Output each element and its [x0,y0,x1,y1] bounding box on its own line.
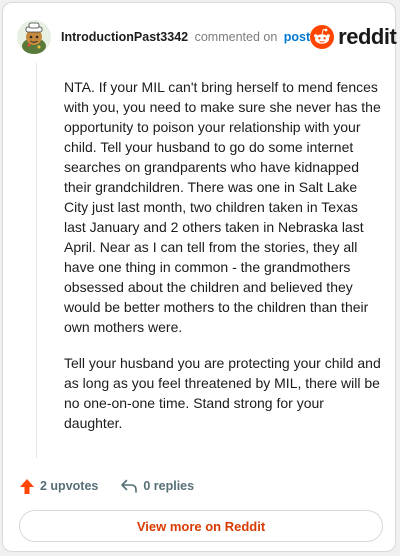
comment-body: NTA. If your MIL can't bring herself to … [64,77,381,449]
comment-paragraph: Tell your husband you are protecting you… [64,355,381,431]
avatar[interactable] [17,20,51,54]
comment-card: IntroductionPast3342 commented on post r… [2,2,397,552]
username-link[interactable]: IntroductionPast3342 [61,30,188,44]
comment-actions: 2 upvotes 0 replies [19,475,194,497]
view-more-button[interactable]: View more on Reddit [19,510,383,542]
comment-header: IntroductionPast3342 commented on post r… [17,17,397,57]
reply-icon [121,479,138,493]
reddit-logo-icon [310,25,335,49]
thread-line [36,63,37,458]
comment-meta: IntroductionPast3342 commented on post [61,30,310,44]
upvote-count: 2 upvotes [40,479,99,493]
comment-paragraph: NTA. If your MIL can't bring herself to … [64,79,381,335]
avatar-icon [17,20,51,54]
comment-action-text: commented on [194,30,278,44]
reply-count: 0 replies [143,479,195,493]
upvote-arrow-icon [20,478,34,494]
reddit-wordmark: reddit [338,24,397,49]
upvote-button[interactable]: 2 upvotes [19,478,98,495]
post-link[interactable]: post [284,30,310,44]
reddit-brand[interactable]: reddit [310,24,397,50]
replies-button[interactable]: 0 replies [120,478,194,494]
